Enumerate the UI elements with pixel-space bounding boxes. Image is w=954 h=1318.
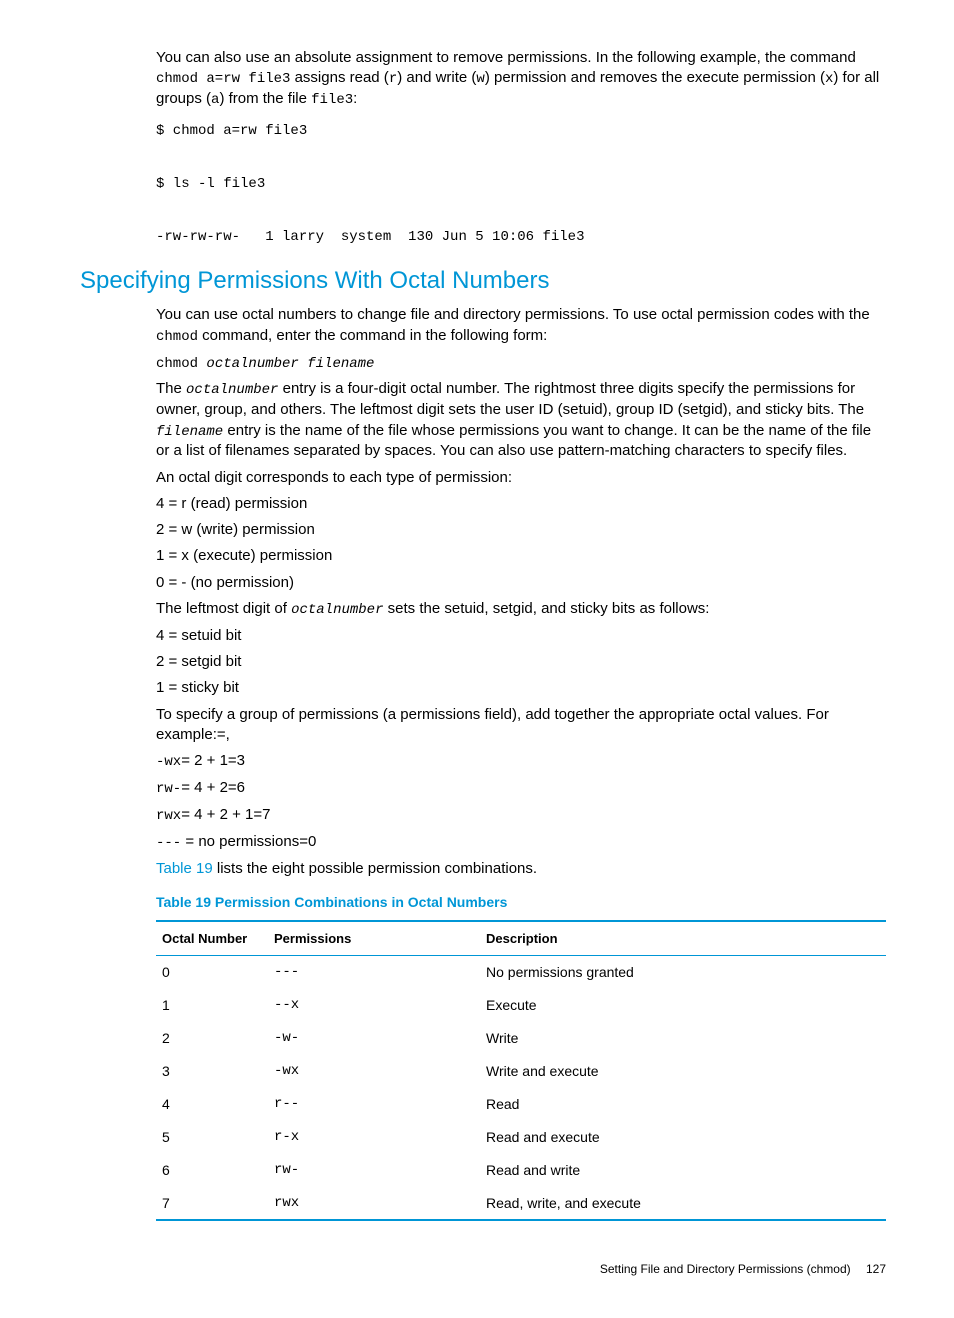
table-row: 0---No permissions granted: [156, 956, 886, 989]
inline-code-italic: filename: [156, 424, 223, 440]
inline-code: ---: [156, 835, 181, 851]
perm-line: 0 = - (no permission): [156, 573, 886, 593]
cell-desc: Read and write: [480, 1154, 886, 1187]
bit-line: 4 = setuid bit: [156, 626, 886, 646]
paragraph: Table 19 lists the eight possible permis…: [156, 859, 886, 879]
cell-octal: 4: [156, 1088, 268, 1121]
cell-perm: r-x: [268, 1121, 480, 1154]
cell-octal: 3: [156, 1055, 268, 1088]
intro-paragraph: You can also use an absolute assignment …: [156, 48, 886, 110]
bit-line: 1 = sticky bit: [156, 678, 886, 698]
text: = 4 + 2=6: [181, 779, 245, 796]
cell-perm: ---: [268, 956, 480, 989]
inline-code: rw-: [156, 781, 181, 797]
example-line: -wx= 2 + 1=3: [156, 751, 886, 772]
cell-perm: rw-: [268, 1154, 480, 1187]
cell-octal: 7: [156, 1187, 268, 1221]
paragraph: To specify a group of permissions (a per…: [156, 705, 886, 746]
text: lists the eight possible permission comb…: [213, 860, 537, 877]
footer-text: Setting File and Directory Permissions (…: [600, 1262, 851, 1276]
text: assigns read (: [290, 69, 388, 86]
table-row: 1--xExecute: [156, 989, 886, 1022]
example-line: rw-= 4 + 2=6: [156, 778, 886, 799]
cell-desc: No permissions granted: [480, 956, 886, 989]
perm-line: 2 = w (write) permission: [156, 520, 886, 540]
table-header: Octal Number: [156, 921, 268, 956]
inline-code: w: [476, 71, 484, 87]
text: The leftmost digit of: [156, 600, 291, 617]
table-caption: Table 19 Permission Combinations in Octa…: [156, 893, 886, 912]
page-number: 127: [866, 1262, 886, 1276]
inline-code: rwx: [156, 808, 181, 824]
page-footer: Setting File and Directory Permissions (…: [80, 1261, 886, 1277]
paragraph: The octalnumber entry is a four-digit oc…: [156, 379, 886, 461]
inline-code-italic: octalnumber: [291, 602, 383, 618]
section-heading: Specifying Permissions With Octal Number…: [80, 265, 886, 297]
paragraph: You can use octal numbers to change file…: [156, 305, 886, 346]
table-header: Permissions: [268, 921, 480, 956]
text: = 4 + 2 + 1=7: [181, 806, 270, 823]
text: ) and write (: [397, 69, 476, 86]
text: You can also use an absolute assignment …: [156, 49, 856, 66]
permissions-table: Octal Number Permissions Description 0--…: [156, 920, 886, 1222]
cell-perm: --x: [268, 989, 480, 1022]
cell-perm: -w-: [268, 1022, 480, 1055]
text: ) permission and removes the execute per…: [485, 69, 825, 86]
text: command, enter the command in the follow…: [198, 327, 547, 344]
inline-code: r: [389, 71, 397, 87]
cell-perm: -wx: [268, 1055, 480, 1088]
bit-line: 2 = setgid bit: [156, 652, 886, 672]
cell-desc: Read and execute: [480, 1121, 886, 1154]
cell-octal: 0: [156, 956, 268, 989]
text: entry is the name of the file whose perm…: [156, 422, 871, 460]
inline-code-italic: octalnumber filename: [206, 356, 374, 372]
perm-line: 4 = r (read) permission: [156, 494, 886, 514]
cell-desc: Read, write, and execute: [480, 1187, 886, 1221]
cell-perm: rwx: [268, 1187, 480, 1221]
text: = no permissions=0: [181, 833, 316, 850]
text: :: [353, 90, 357, 107]
inline-code: chmod: [156, 356, 206, 372]
text: = 2 + 1=3: [181, 752, 245, 769]
text: ) from the file: [219, 90, 311, 107]
inline-code: chmod a=rw file3: [156, 71, 290, 87]
inline-code-italic: octalnumber: [186, 382, 278, 398]
cell-perm: r--: [268, 1088, 480, 1121]
syntax-line: chmod octalnumber filename: [156, 353, 886, 374]
cell-desc: Write: [480, 1022, 886, 1055]
example-line: --- = no permissions=0: [156, 832, 886, 853]
cell-octal: 2: [156, 1022, 268, 1055]
text: You can use octal numbers to change file…: [156, 306, 870, 323]
inline-code: file3: [311, 92, 353, 108]
inline-code: -wx: [156, 754, 181, 770]
table-row: 4r--Read: [156, 1088, 886, 1121]
table-header: Description: [480, 921, 886, 956]
table-row: 7rwxRead, write, and execute: [156, 1187, 886, 1221]
table-row: 3-wxWrite and execute: [156, 1055, 886, 1088]
paragraph: The leftmost digit of octalnumber sets t…: [156, 599, 886, 620]
cell-desc: Write and execute: [480, 1055, 886, 1088]
code-block-chmod-example: $ chmod a=rw file3 $ ls -l file3 -rw-rw-…: [156, 118, 886, 251]
cell-desc: Read: [480, 1088, 886, 1121]
table-row: 5r-xRead and execute: [156, 1121, 886, 1154]
cell-octal: 5: [156, 1121, 268, 1154]
cell-octal: 1: [156, 989, 268, 1022]
table-row: 6rw-Read and write: [156, 1154, 886, 1187]
cell-octal: 6: [156, 1154, 268, 1187]
example-line: rwx= 4 + 2 + 1=7: [156, 805, 886, 826]
inline-code: chmod: [156, 329, 198, 345]
paragraph: An octal digit corresponds to each type …: [156, 468, 886, 488]
cell-desc: Execute: [480, 989, 886, 1022]
table-row: 2-w-Write: [156, 1022, 886, 1055]
table-ref-link[interactable]: Table 19: [156, 860, 213, 877]
text: The: [156, 380, 186, 397]
perm-line: 1 = x (execute) permission: [156, 546, 886, 566]
text: sets the setuid, setgid, and sticky bits…: [383, 600, 709, 617]
